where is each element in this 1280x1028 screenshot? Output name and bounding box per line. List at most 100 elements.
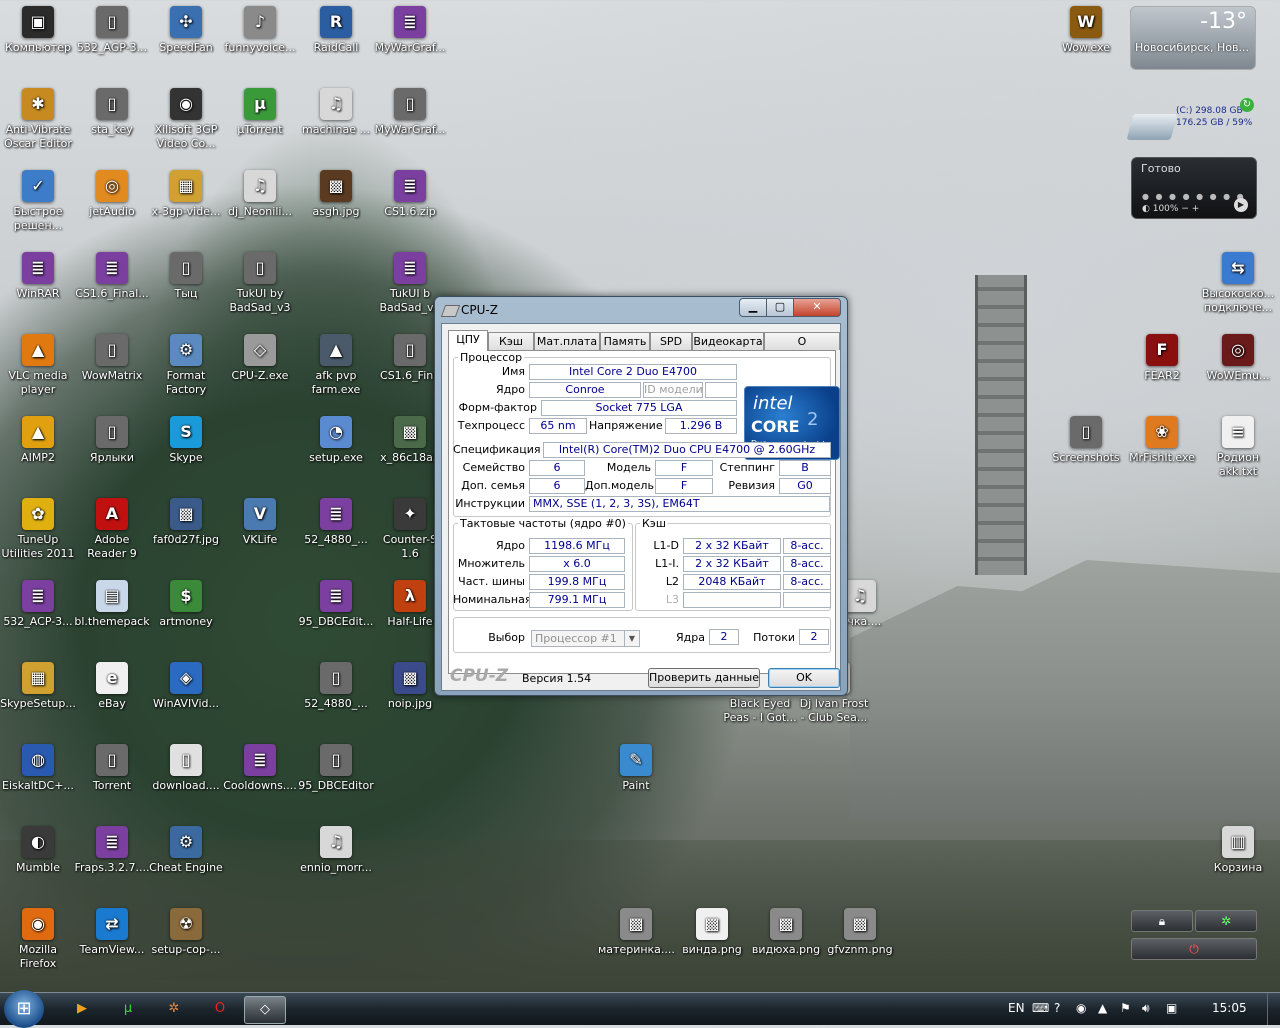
tab-about[interactable]: О программе bbox=[764, 332, 840, 365]
tab-mainboard[interactable]: Мат.плата bbox=[534, 332, 600, 350]
desktop-icon[interactable]: ≣ Cooldowns.... bbox=[222, 742, 298, 793]
desktop-icon[interactable]: ♫ dj_Neonili... bbox=[222, 168, 298, 219]
desktop-icon[interactable]: ✎ Paint bbox=[598, 742, 674, 793]
player-volume-controls[interactable]: − + bbox=[1181, 204, 1199, 214]
desktop-icon[interactable]: ≣ CS1.6_Final... bbox=[74, 250, 150, 301]
desktop-icon[interactable]: ▯ Torrent bbox=[74, 742, 150, 793]
desktop-icon[interactable]: ◎ WoWEmu... bbox=[1200, 332, 1276, 383]
desktop-icon[interactable]: ◐ Mumble bbox=[0, 824, 76, 875]
desktop-icon[interactable]: ☢ setup-cop-... bbox=[148, 906, 224, 957]
desktop-icon[interactable]: ≡ Родион akk.txt bbox=[1200, 414, 1276, 479]
desktop-icon[interactable]: F FEAR2 bbox=[1124, 332, 1200, 383]
desktop-icon[interactable]: ▯ sta_key bbox=[74, 86, 150, 137]
start-button[interactable]: ⊞ bbox=[4, 990, 44, 1028]
play-icon[interactable]: ▶ bbox=[1234, 198, 1248, 212]
tab-cpu[interactable]: ЦПУ bbox=[448, 330, 488, 351]
weather-gadget[interactable]: -13° Новосибирск, Нов... bbox=[1130, 6, 1256, 70]
desktop-icon[interactable]: ≣ Fraps.3.2.7.... bbox=[74, 824, 150, 875]
show-hidden-icons[interactable]: ▲ bbox=[1098, 1001, 1107, 1015]
desktop-icon[interactable]: ≣ CS1.6.zip bbox=[372, 168, 448, 219]
cpuz-window[interactable]: CPU-Z ▁ ▢ ✕ ЦПУ Кэш Мат.плата Память SPD… bbox=[434, 296, 848, 696]
desktop-icon[interactable]: ♪ funnyvoice... bbox=[222, 4, 298, 55]
desktop-icon[interactable]: ▦ x-3gp-vide... bbox=[148, 168, 224, 219]
desktop-icon[interactable]: ⇆ Высокоско... подключе... bbox=[1200, 250, 1276, 315]
desktop-icon[interactable]: ▯ MyWarGraf... bbox=[372, 86, 448, 137]
desktop-icon[interactable]: ▯ TukUI by BadSad_v3 bbox=[222, 250, 298, 315]
desktop-icon[interactable]: ▩ asgh.jpg bbox=[298, 168, 374, 219]
desktop-icon[interactable]: ◎ jetAudio bbox=[74, 168, 150, 219]
desktop-icon[interactable]: ◇ CPU-Z.exe bbox=[222, 332, 298, 383]
drive-gadget[interactable]: (C:) 298.08 GB 176.25 GB / 59% ↻ bbox=[1126, 98, 1256, 144]
desktop-icon[interactable]: ▯ 52_4880_... bbox=[298, 660, 374, 711]
desktop-icon[interactable]: ▥ Корзина bbox=[1200, 824, 1276, 875]
tab-graphics[interactable]: Видеокарта bbox=[692, 332, 764, 350]
show-desktop-button[interactable] bbox=[1267, 993, 1280, 1025]
desktop-icon[interactable]: R RaidCall bbox=[298, 4, 374, 55]
volume-icon[interactable]: 🔊︎ bbox=[1142, 1001, 1150, 1016]
taskbar-app[interactable]: ✲ bbox=[154, 996, 194, 1022]
minimize-button[interactable]: ▁ bbox=[739, 298, 767, 317]
tab-cache[interactable]: Кэш bbox=[488, 332, 534, 350]
ok-button[interactable]: OK bbox=[768, 668, 840, 688]
lock-button[interactable]: 🔒︎ bbox=[1131, 910, 1193, 932]
desktop-icon[interactable]: ▯ WowMatrix bbox=[74, 332, 150, 383]
refresh-icon[interactable]: ↻ bbox=[1240, 98, 1254, 112]
validate-button[interactable]: Проверить данные bbox=[648, 668, 760, 688]
media-player-gadget[interactable]: Готово ● ● ● ● ● ● ● ● ◐ 100% − + ▶ bbox=[1131, 157, 1257, 219]
desktop-icon[interactable]: ▲ afk pvp farm.exe bbox=[298, 332, 374, 397]
network-icon[interactable]: ▣ bbox=[1166, 1001, 1177, 1015]
desktop-icon[interactable]: ✱ Anti-Vibrate Oscar Editor bbox=[0, 86, 76, 151]
desktop-icon[interactable]: ⇄ TeamView... bbox=[74, 906, 150, 957]
desktop-icon[interactable]: ⚙ Cheat Engine bbox=[148, 824, 224, 875]
desktop-icon[interactable]: e eBay bbox=[74, 660, 150, 711]
maximize-button[interactable]: ▢ bbox=[766, 298, 794, 317]
action-center-icon[interactable]: ⚑ bbox=[1120, 1001, 1131, 1015]
desktop-icon[interactable]: ▲ VLC media player bbox=[0, 332, 76, 397]
tab-memory[interactable]: Память bbox=[600, 332, 650, 350]
clock[interactable]: 15:05 bbox=[1212, 1001, 1247, 1015]
desktop-icon[interactable]: ▯ 95_DBCEditor bbox=[298, 742, 374, 793]
tab-spd[interactable]: SPD bbox=[650, 332, 692, 350]
desktop-icon[interactable]: ▩ faf0d27f.jpg bbox=[148, 496, 224, 547]
desktop-icon[interactable]: ▯ download.... bbox=[148, 742, 224, 793]
desktop-icon[interactable]: ◉ Xilisoft 3GP Video Co... bbox=[148, 86, 224, 151]
desktop-icon[interactable]: ❀ MrFishIt.exe bbox=[1124, 414, 1200, 465]
desktop-icon[interactable]: ◍ EiskaltDC+... bbox=[0, 742, 76, 793]
desktop-icon[interactable]: ≣ MyWarGraf... bbox=[372, 4, 448, 55]
desktop-icon[interactable]: ◔ setup.exe bbox=[298, 414, 374, 465]
tray-app-icon[interactable]: ◉ bbox=[1076, 1001, 1086, 1015]
desktop-icon[interactable]: S Skype bbox=[148, 414, 224, 465]
desktop-icon[interactable]: ▤ bl.themepack bbox=[74, 578, 150, 629]
shutdown-button[interactable]: ⏻ bbox=[1131, 938, 1257, 960]
sleep-button[interactable]: ✲ bbox=[1195, 910, 1257, 932]
taskbar-media-player[interactable]: ▶ bbox=[62, 996, 102, 1022]
desktop-icon[interactable]: ▩ материнка.... bbox=[598, 906, 675, 957]
desktop-icon[interactable]: ▯ Screenshots bbox=[1048, 414, 1124, 465]
desktop-icon[interactable]: ▩ gfvznm.png bbox=[822, 906, 898, 957]
help-icon[interactable]: ? bbox=[1054, 1001, 1060, 1015]
desktop-icon[interactable]: $ artmoney bbox=[148, 578, 224, 629]
keyboard-icon[interactable]: ⌨ bbox=[1032, 1001, 1049, 1015]
desktop-icon[interactable]: ✓ Быстрое решен... bbox=[0, 168, 76, 233]
desktop-icon[interactable]: ◈ WinAVIVid... bbox=[148, 660, 224, 711]
desktop-icon[interactable]: V VKLife bbox=[222, 496, 298, 547]
desktop-icon[interactable]: ♫ machinae ... bbox=[298, 86, 374, 137]
desktop-icon[interactable]: ≣ 95_DBCEdit... bbox=[298, 578, 374, 629]
taskbar-opera[interactable]: O bbox=[200, 996, 240, 1022]
desktop-icon[interactable]: ≣ 532_ACP-3... bbox=[0, 578, 76, 629]
desktop-icon[interactable]: A Adobe Reader 9 bbox=[74, 496, 150, 561]
chevron-down-icon[interactable]: ▼ bbox=[624, 631, 639, 646]
desktop-icon[interactable]: W Wow.exe bbox=[1048, 4, 1124, 55]
processor-select[interactable]: Процессор #1 ▼ bbox=[531, 630, 640, 647]
desktop-icon[interactable]: ✿ TuneUp Utilities 2011 bbox=[0, 496, 76, 561]
desktop-icon[interactable]: ✣ SpeedFan bbox=[148, 4, 224, 55]
taskbar-utorrent[interactable]: µ bbox=[108, 996, 148, 1022]
desktop-icon[interactable]: ▲ AIMP2 bbox=[0, 414, 76, 465]
desktop-icon[interactable]: ▯ Тыц bbox=[148, 250, 224, 301]
desktop-icon[interactable]: ▩ винда.png bbox=[674, 906, 750, 957]
desktop-icon[interactable]: ▩ видюха.png bbox=[748, 906, 824, 957]
desktop-icon[interactable]: ▯ 532_AGP-3... bbox=[74, 4, 150, 55]
desktop-icon[interactable]: ≣ WinRAR bbox=[0, 250, 76, 301]
desktop-icon[interactable]: ▦ SkypeSetup... bbox=[0, 660, 76, 711]
desktop-icon[interactable]: µ µTorrent bbox=[222, 86, 298, 137]
